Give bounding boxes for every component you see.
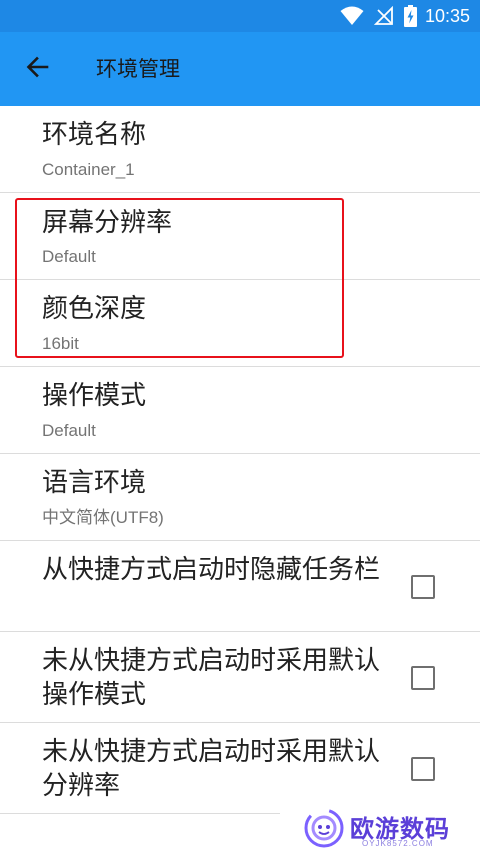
setting-screen-resolution[interactable]: 屏幕分辨率 Default (0, 193, 480, 280)
setting-title: 操作模式 (42, 381, 147, 411)
settings-list: 环境名称 Container_1 屏幕分辨率 Default 颜色深度 16bi… (0, 106, 480, 814)
setting-title: 从快捷方式启动时隐藏任务栏 (42, 555, 381, 585)
setting-environment-name[interactable]: 环境名称 Container_1 (0, 106, 480, 193)
default-operation-mode-checkbox[interactable] (411, 666, 435, 690)
setting-title: 未从快捷方式启动时采用默认操作模式 (42, 646, 381, 710)
setting-operation-mode[interactable]: 操作模式 Default (0, 367, 480, 454)
setting-title: 颜色深度 (42, 294, 147, 324)
watermark-logo-icon (302, 806, 346, 850)
status-bar: 10:35 (0, 0, 480, 32)
status-icons: 10:35 (340, 4, 470, 28)
page-title: 环境管理 (96, 57, 180, 81)
hide-taskbar-checkbox[interactable] (411, 575, 435, 599)
watermark: 欧游数码 OYJK8572.COM (280, 803, 480, 853)
setting-color-depth[interactable]: 颜色深度 16bit (0, 280, 480, 367)
environment-management-screen: 10:35 环境管理 环境名称 Container_1 屏幕分辨率 Defaul… (0, 0, 480, 853)
setting-title: 语言环境 (42, 468, 147, 498)
setting-value: Default (42, 247, 96, 266)
setting-hide-taskbar[interactable]: 从快捷方式启动时隐藏任务栏 (0, 541, 480, 632)
setting-default-operation-mode[interactable]: 未从快捷方式启动时采用默认操作模式 (0, 632, 480, 723)
watermark-subtext: OYJK8572.COM (362, 839, 434, 848)
setting-value: 中文简体(UTF8) (42, 508, 164, 527)
back-button[interactable] (14, 45, 62, 93)
app-bar: 环境管理 (0, 32, 480, 106)
setting-default-resolution[interactable]: 未从快捷方式启动时采用默认分辨率 (0, 723, 480, 814)
no-signal-icon (373, 6, 394, 26)
setting-value: Container_1 (42, 160, 135, 179)
battery-charging-icon (403, 5, 417, 27)
setting-title: 环境名称 (42, 120, 147, 150)
setting-value: 16bit (42, 334, 79, 353)
setting-title: 未从快捷方式启动时采用默认分辨率 (42, 737, 381, 801)
wifi-icon (340, 6, 364, 26)
setting-value: Default (42, 421, 96, 440)
setting-language-environment[interactable]: 语言环境 中文简体(UTF8) (0, 454, 480, 541)
status-time: 10:35 (424, 5, 470, 26)
arrow-back-icon (25, 54, 51, 84)
setting-title: 屏幕分辨率 (42, 208, 173, 238)
default-resolution-checkbox[interactable] (411, 757, 435, 781)
